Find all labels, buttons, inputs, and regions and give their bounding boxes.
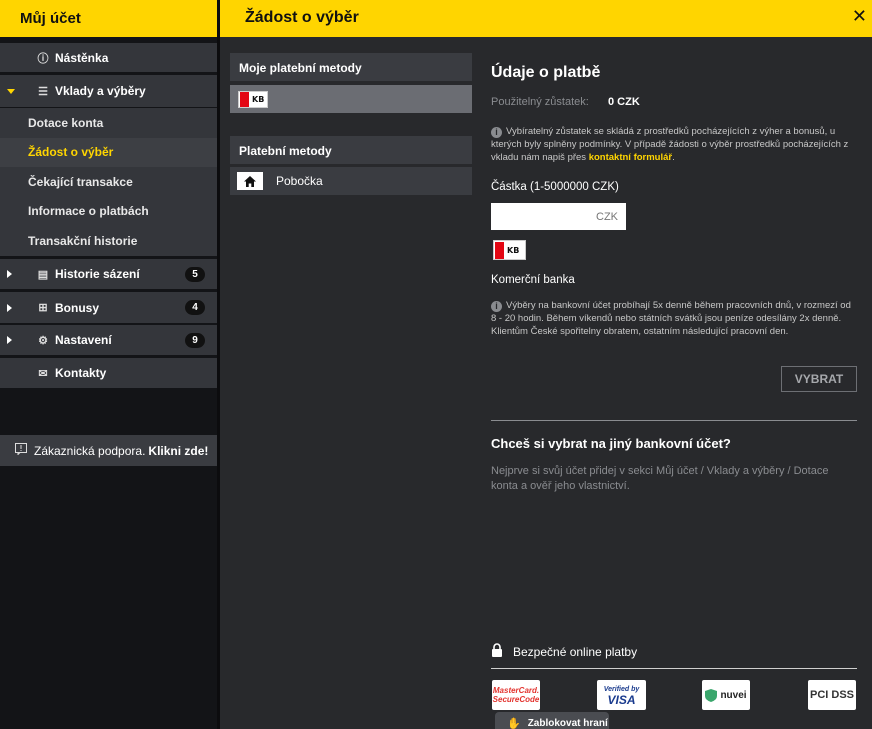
my-payment-methods-header: Moje platební metody <box>230 53 472 81</box>
block-gambling-button[interactable]: ✋ Zablokovat hraní <box>495 712 609 729</box>
gears-icon: ⚙ <box>38 334 48 347</box>
subitem-historie[interactable]: Transakční historie <box>0 226 217 256</box>
info-icon: i <box>491 301 502 312</box>
divider <box>491 668 857 669</box>
coins-icon: ☰ <box>38 85 48 98</box>
balance-value: 0 CZK <box>608 96 640 108</box>
hand-icon: ✋ <box>507 717 521 729</box>
amount-label: Částka (1-5000000 CZK) <box>491 181 619 193</box>
envelope-icon: ✉ <box>38 367 48 380</box>
close-icon[interactable]: ✕ <box>852 7 867 25</box>
receipt-icon: ▤ <box>37 268 49 281</box>
balance-label: Použitelný zůstatek: <box>491 96 589 108</box>
payment-details-title: Údaje o platbě <box>491 64 601 81</box>
gift-icon: ⊞ <box>38 302 48 314</box>
secure-payments: Bezpečné online platby <box>491 643 637 660</box>
payment-method-kb[interactable]: KB <box>230 85 472 113</box>
count-badge: 4 <box>185 300 205 315</box>
divider <box>491 420 857 421</box>
sidebar-item-label: Nástěnka <box>55 50 109 65</box>
sidebar-item-bonusy[interactable]: ⊞ Bonusy 4 <box>0 292 217 323</box>
sidebar-item-nastenka[interactable]: ⓘ Nástěnka <box>0 43 217 72</box>
chevron-right-icon <box>7 336 12 344</box>
sidebar-item-kontakty[interactable]: ✉ Kontakty <box>0 358 217 388</box>
sidebar-item-historie-sazeni[interactable]: ▤ Historie sázení 5 <box>0 259 217 289</box>
other-account-text: Nejprve si svůj účet přidej v sekci Můj … <box>491 465 829 492</box>
pci-dss-logo: PCI DSS <box>808 680 856 710</box>
sidebar-item-label: Historie sázení <box>55 267 140 281</box>
customer-support-link[interactable]: Zákaznická podpora. Klikni zde! <box>0 435 217 466</box>
sidebar-item-label: Nastavení <box>55 333 112 347</box>
bank-name: Komerční banka <box>491 274 575 286</box>
nuvei-logo: nuvei <box>702 680 750 710</box>
subitem-dotace[interactable]: Dotace konta <box>0 108 217 138</box>
subitem-zadost[interactable]: Žádost o výběr <box>0 138 217 167</box>
lock-icon <box>491 643 503 660</box>
account-sidebar: Můj účet ⓘ Nástěnka ☰ Vklady a výběry Do… <box>0 0 217 729</box>
subitem-informace[interactable]: Informace o platbách <box>0 197 217 226</box>
payment-methods-header: Platební metody <box>230 136 472 164</box>
support-text: Zákaznická podpora. <box>34 443 146 458</box>
dialog-header: Žádost o výběr ✕ <box>220 0 872 37</box>
sidebar-title: Můj účet <box>0 0 217 37</box>
contact-form-link[interactable]: kontaktní formulář <box>589 152 672 163</box>
count-badge: 9 <box>185 332 205 348</box>
withdrawal-schedule-note: i Výběry na bankovní účet probíhají 5x de… <box>491 300 851 337</box>
kb-logo: KB <box>493 240 526 260</box>
count-badge: 5 <box>185 266 205 282</box>
verified-by-visa-logo: Verified by VISA <box>597 680 646 710</box>
other-account-title: Chceš si vybrat na jiný bankovní účet? <box>491 436 731 451</box>
support-link[interactable]: Klikni zde! <box>148 444 208 458</box>
page-title: Žádost o výběr <box>245 9 359 26</box>
sidebar-item-label: Kontakty <box>55 366 107 380</box>
home-icon <box>237 172 263 190</box>
sidebar-item-label: Vklady a výběry <box>55 84 146 98</box>
sidebar-item-label: Bonusy <box>55 300 100 315</box>
panel-divider <box>217 0 220 729</box>
subitem-cekajici[interactable]: Čekající transakce <box>0 167 217 197</box>
chevron-right-icon <box>7 303 12 312</box>
payment-method-branch[interactable]: Pobočka <box>230 167 472 195</box>
withdraw-button[interactable]: VYBRAT <box>781 366 857 392</box>
withdrawable-balance-note: i Vybíratelný zůstatek se skládá z prostř… <box>491 126 849 163</box>
secure-payments-label: Bezpečné online platby <box>513 644 638 659</box>
sidebar-item-vklady[interactable]: ☰ Vklady a výběry <box>0 75 217 107</box>
mastercard-securecode-logo: MasterCard. SecureCode <box>492 680 540 710</box>
sidebar-item-nastaveni[interactable]: ⚙ Nastavení 9 <box>0 325 217 355</box>
kb-logo: KB <box>238 90 268 108</box>
info-circle-icon: ⓘ <box>37 52 49 65</box>
branch-label: Pobočka <box>276 174 323 188</box>
chat-icon <box>15 443 27 458</box>
amount-input[interactable] <box>491 203 626 230</box>
chevron-down-icon <box>7 88 15 94</box>
chevron-right-icon <box>7 270 12 278</box>
info-icon: i <box>491 127 502 138</box>
